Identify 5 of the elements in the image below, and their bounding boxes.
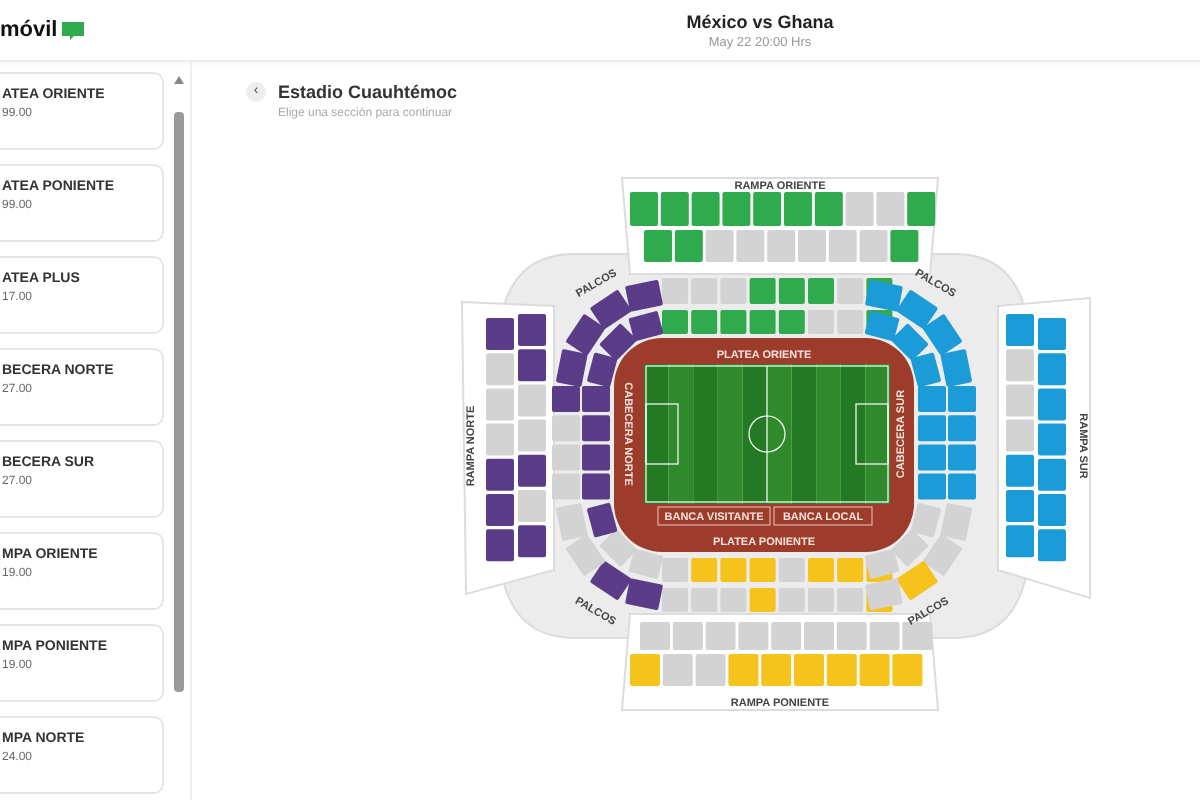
venue-title: Estadio Cuauhtémoc	[278, 82, 458, 102]
logo-text: móvil	[0, 18, 58, 42]
logo-icon	[59, 20, 86, 40]
event-title: México vs Ghana	[686, 11, 834, 31]
seating-drawing[interactable]	[486, 192, 1066, 686]
